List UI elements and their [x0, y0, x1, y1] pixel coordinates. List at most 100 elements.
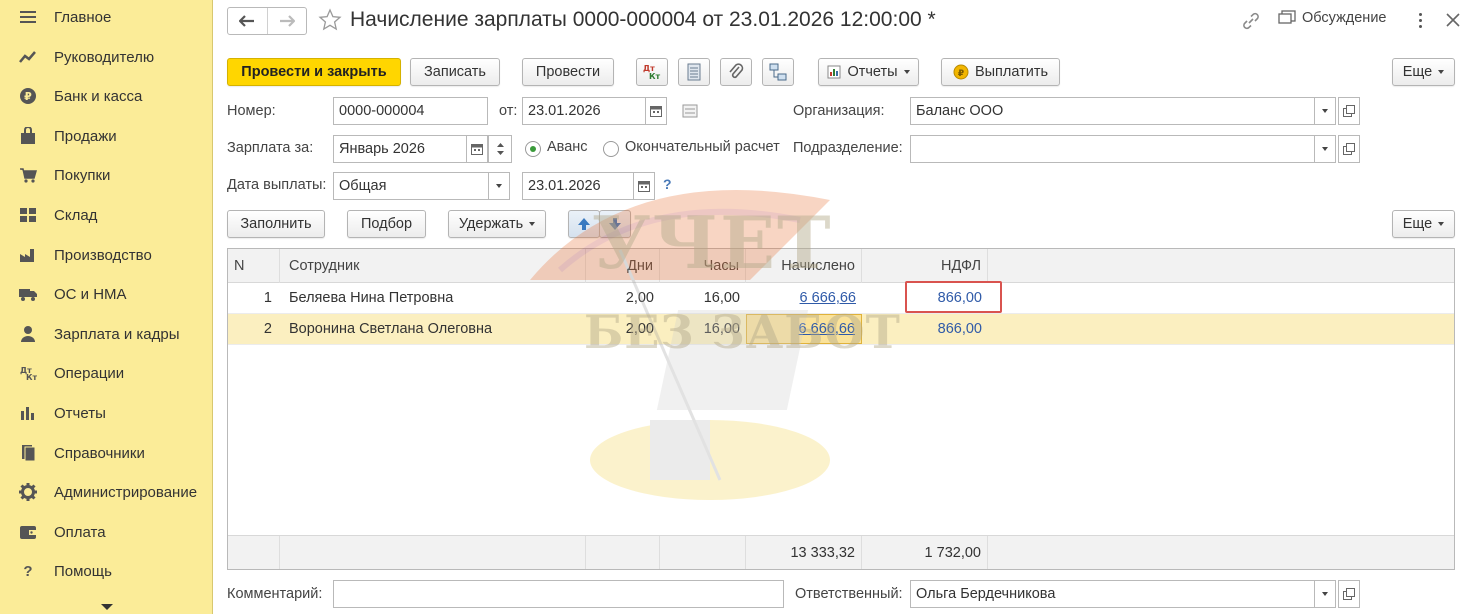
- paydate-input[interactable]: [528, 178, 633, 194]
- fill-button[interactable]: Заполнить: [227, 210, 325, 238]
- responsible-open-button[interactable]: [1338, 580, 1360, 608]
- chevron-down-icon: [1322, 592, 1328, 596]
- close-icon[interactable]: [1444, 11, 1462, 29]
- accrued-link[interactable]: 6 666,66: [800, 290, 856, 306]
- col-hours[interactable]: Часы: [660, 249, 746, 283]
- sidebar-item-payment[interactable]: Оплата: [0, 513, 212, 551]
- attach-button[interactable]: [720, 58, 752, 86]
- back-button[interactable]: [228, 8, 267, 34]
- move-up-button[interactable]: [568, 210, 600, 238]
- period-stepper[interactable]: [488, 135, 512, 163]
- sidebar-item-salary[interactable]: Зарплата и кадры: [0, 315, 212, 353]
- forward-button[interactable]: [266, 8, 306, 34]
- cart-icon: [18, 165, 38, 185]
- number-input[interactable]: [339, 103, 487, 119]
- sidebar-item-sales[interactable]: Продажи: [0, 117, 212, 155]
- more-button[interactable]: Еще: [1392, 58, 1455, 86]
- table-row[interactable]: 1 Беляева Нина Петровна 2,00 16,00 6 666…: [228, 283, 1454, 314]
- discussion-button[interactable]: Обсуждение: [1278, 10, 1386, 26]
- comment-field[interactable]: [333, 580, 784, 608]
- move-down-button[interactable]: [599, 210, 631, 238]
- cell-accrued-active[interactable]: 6 666,66: [746, 314, 862, 344]
- dept-dropdown-button[interactable]: [1314, 135, 1336, 163]
- paydate-type-field[interactable]: [333, 172, 489, 200]
- cell-days: 2,00: [625, 321, 654, 337]
- post-and-close-button[interactable]: Провести и закрыть: [227, 58, 401, 86]
- sidebar-item-label: Склад: [54, 206, 98, 224]
- period-input[interactable]: [339, 141, 466, 157]
- table-more-button[interactable]: Еще: [1392, 210, 1455, 238]
- dept-input[interactable]: [916, 141, 1314, 157]
- date-input[interactable]: [528, 103, 645, 119]
- sidebar-item-main[interactable]: Главное: [0, 0, 212, 36]
- sidebar-item-purchases[interactable]: Покупки: [0, 156, 212, 194]
- cell-ndfl[interactable]: 866,00: [862, 314, 988, 344]
- final-calc-radio[interactable]: [603, 141, 619, 157]
- paydate-type-dropdown[interactable]: [488, 172, 510, 200]
- withhold-dropdown[interactable]: Удержать: [448, 210, 546, 238]
- sidebar-item-label: Производство: [54, 246, 152, 264]
- number-settings-icon[interactable]: [682, 104, 698, 118]
- cell-ndfl[interactable]: 866,00: [862, 283, 988, 313]
- save-button[interactable]: Записать: [410, 58, 500, 86]
- sidebar-item-reports[interactable]: Отчеты: [0, 394, 212, 432]
- comment-input[interactable]: [339, 586, 783, 602]
- sidebar-scroll-down-icon[interactable]: [101, 604, 113, 610]
- paydate-calendar-button[interactable]: [633, 172, 655, 200]
- dt-kt-button[interactable]: Дт Кт: [636, 58, 668, 86]
- col-employee[interactable]: Сотрудник: [280, 249, 586, 283]
- document-list-button[interactable]: [678, 58, 710, 86]
- sidebar-item-admin[interactable]: Администрирование: [0, 473, 212, 511]
- post-button[interactable]: Провести: [522, 58, 614, 86]
- total-accrued: 13 333,32: [746, 536, 862, 569]
- sidebar-item-manager[interactable]: Руководителю: [0, 38, 212, 76]
- dept-field[interactable]: [910, 135, 1315, 163]
- wallet-icon: [18, 522, 38, 542]
- gear-icon: [18, 482, 38, 502]
- sidebar-item-bank[interactable]: ₽ Банк и касса: [0, 77, 212, 115]
- cell-accrued[interactable]: 6 666,66: [746, 283, 862, 313]
- org-open-button[interactable]: [1338, 97, 1360, 125]
- period-field[interactable]: [333, 135, 467, 163]
- col-ndfl[interactable]: НДФЛ: [862, 249, 988, 283]
- sidebar-item-production[interactable]: Производство: [0, 236, 212, 274]
- col-days[interactable]: Дни: [586, 249, 660, 283]
- advance-radio[interactable]: [525, 141, 541, 157]
- sidebar-item-warehouse[interactable]: Склад: [0, 196, 212, 234]
- paydate-type-input[interactable]: [339, 178, 488, 194]
- table-header: N Сотрудник Дни Часы Начислено НДФЛ: [228, 249, 1454, 283]
- accrued-link[interactable]: 6 666,66: [799, 321, 855, 337]
- calendar-button[interactable]: [645, 97, 667, 125]
- link-icon[interactable]: [1240, 11, 1262, 31]
- trend-icon: [18, 47, 38, 67]
- select-button[interactable]: Подбор: [347, 210, 426, 238]
- sidebar-item-assets[interactable]: ОС и НМА: [0, 275, 212, 313]
- date-field[interactable]: [522, 97, 646, 125]
- table-row-selected[interactable]: 2 Воронина Светлана Олеговна 2,00 16,00 …: [228, 314, 1454, 345]
- pay-button[interactable]: ₽ Выплатить: [941, 58, 1060, 86]
- responsible-input[interactable]: [916, 586, 1314, 602]
- period-calendar-button[interactable]: [466, 135, 488, 163]
- dept-open-button[interactable]: [1338, 135, 1360, 163]
- sidebar-item-help[interactable]: ? Помощь: [0, 552, 212, 590]
- org-dropdown-button[interactable]: [1314, 97, 1336, 125]
- col-accrued[interactable]: Начислено: [746, 249, 862, 283]
- help-icon[interactable]: ?: [663, 176, 672, 192]
- favorite-star-icon[interactable]: [318, 8, 342, 32]
- org-input[interactable]: [916, 103, 1314, 119]
- responsible-field[interactable]: [910, 580, 1315, 608]
- org-field[interactable]: [910, 97, 1315, 125]
- responsible-dropdown-button[interactable]: [1314, 580, 1336, 608]
- paydate-field[interactable]: [522, 172, 634, 200]
- total-blank: [586, 536, 660, 569]
- col-n[interactable]: N: [228, 249, 280, 283]
- org-label: Организация:: [793, 103, 885, 119]
- sidebar-item-catalogs[interactable]: Справочники: [0, 434, 212, 472]
- from-label: от:: [499, 103, 518, 119]
- structure-button[interactable]: [762, 58, 794, 86]
- reports-label: Отчеты: [847, 64, 898, 80]
- reports-dropdown[interactable]: Отчеты: [818, 58, 919, 86]
- number-field[interactable]: [333, 97, 488, 125]
- more-actions-icon[interactable]: [1412, 10, 1428, 30]
- sidebar-item-operations[interactable]: Дт Кт Операции: [0, 354, 212, 392]
